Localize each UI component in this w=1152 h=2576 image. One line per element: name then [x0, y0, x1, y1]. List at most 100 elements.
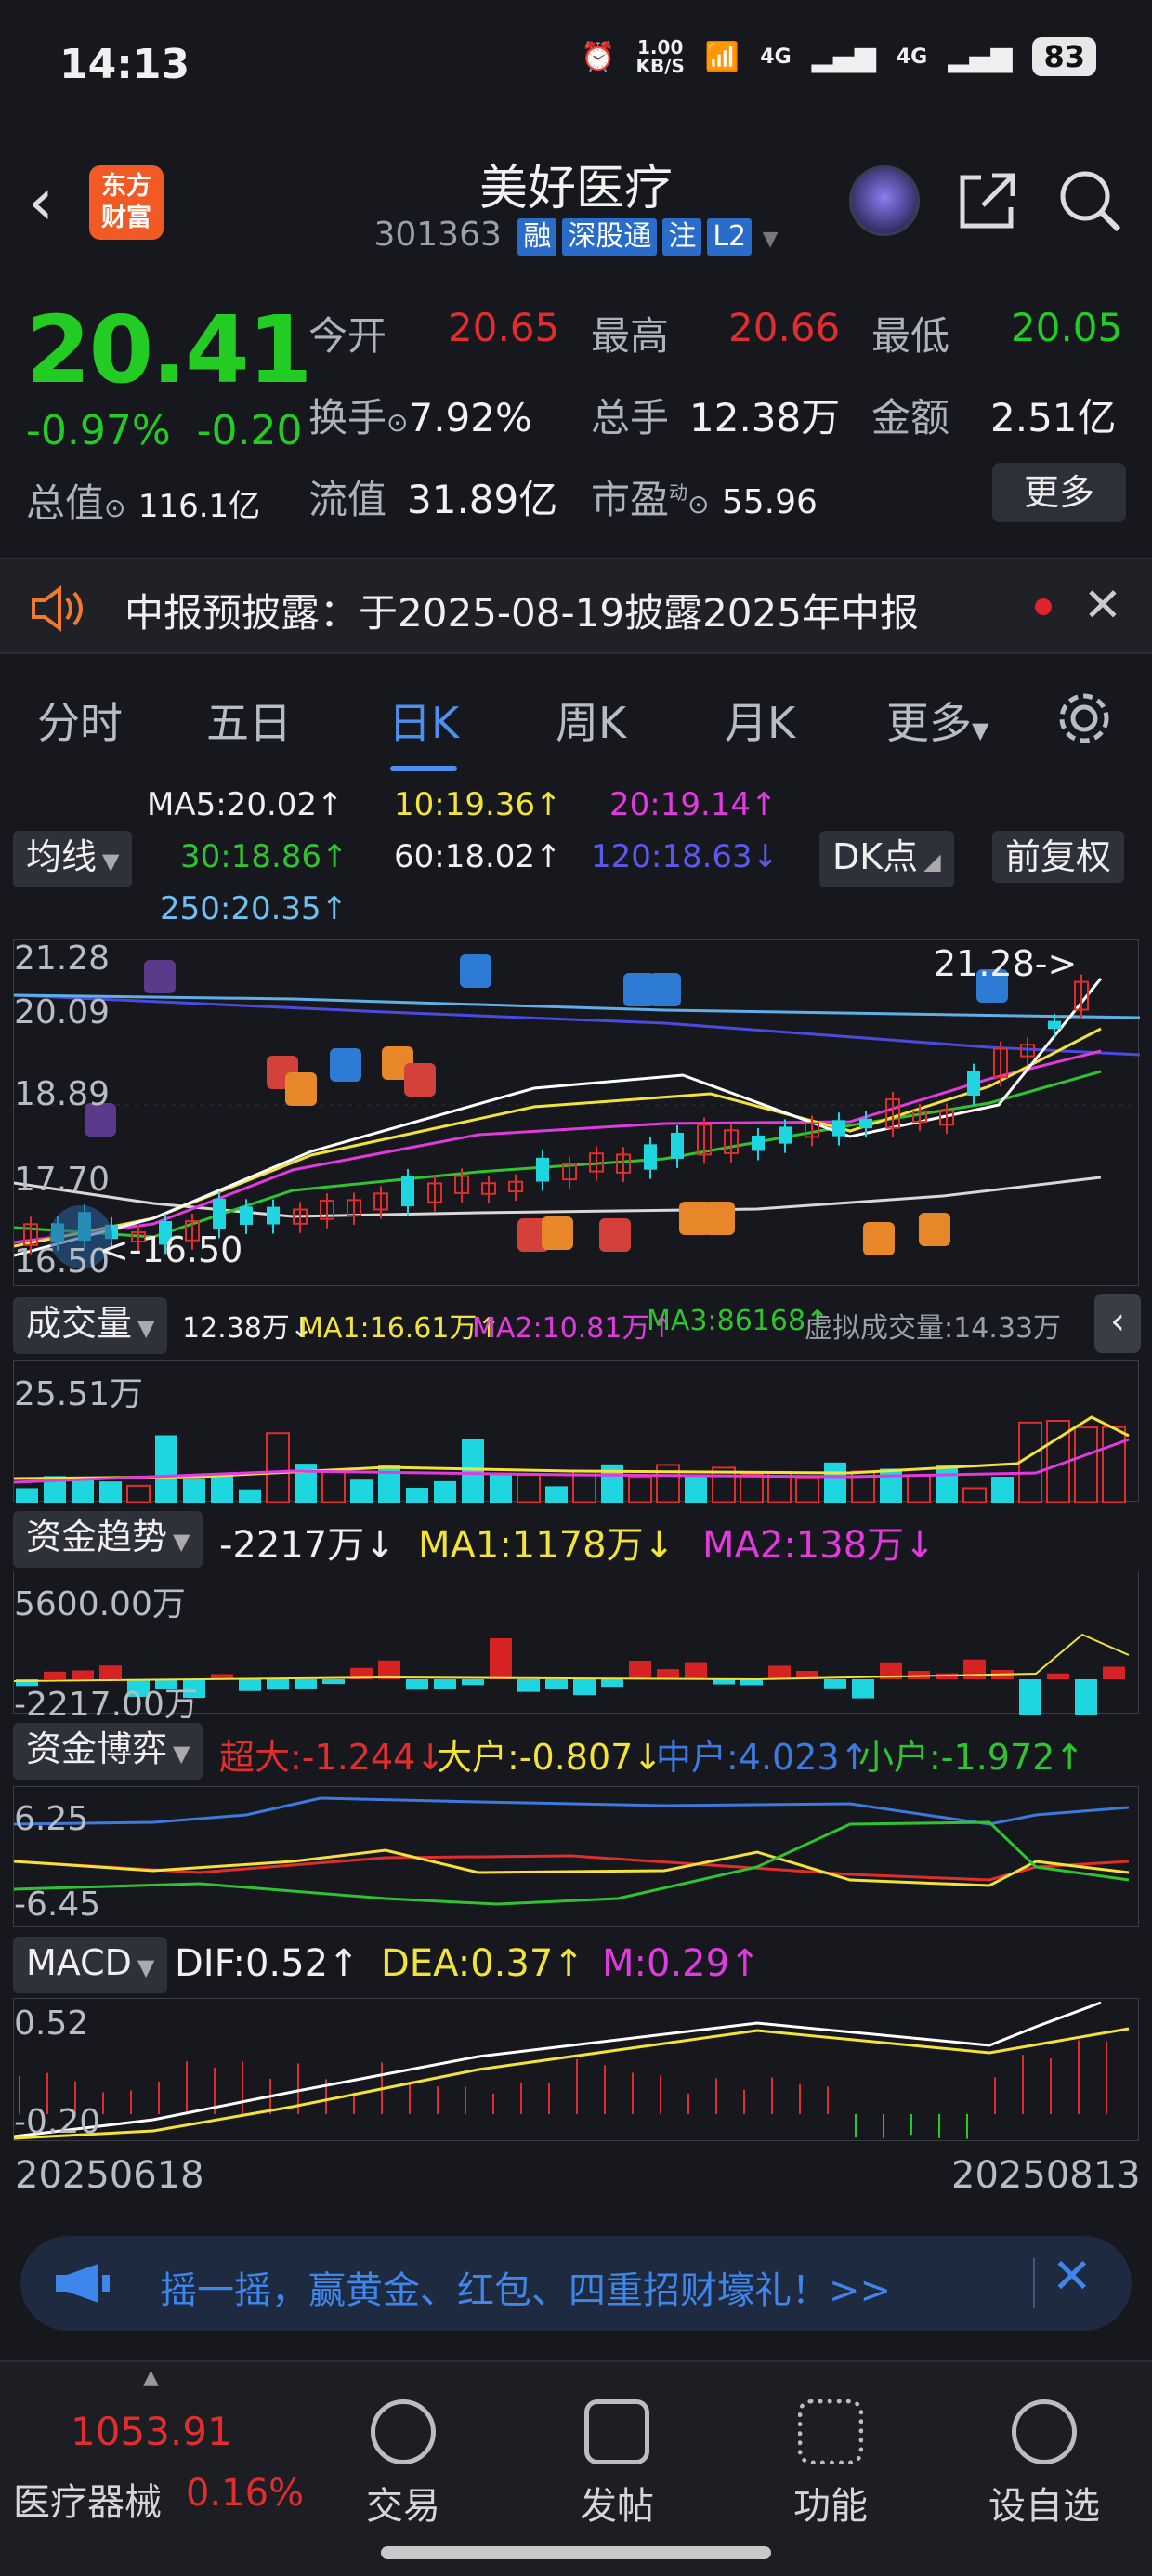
volume-bar — [880, 1468, 902, 1503]
fund-outflow-bar — [1075, 1679, 1097, 1754]
close-icon[interactable]: ✕ — [1083, 578, 1122, 632]
turnover-label: 换手 — [308, 395, 387, 440]
tab-daily-k[interactable]: 日K — [388, 690, 459, 771]
notice-bar[interactable]: 中报预披露：于2025-08-19披露2025年中报 ✕ — [0, 558, 1152, 654]
macd-dif: DIF:0.52↑ — [175, 1942, 360, 1985]
turnover-field[interactable]: 换手⊙7.92% — [308, 387, 532, 443]
chevron-down-icon: ▼ — [173, 1741, 190, 1767]
fund-trend-value: -2217万↓ — [219, 1524, 396, 1567]
fund-inflow-bar — [685, 1662, 707, 1679]
ma-selector[interactable]: 均线 ▼ — [13, 831, 133, 887]
wifi-icon: 📶 — [704, 40, 740, 73]
fund-trend-ma1: MA1:1178万↓ — [418, 1524, 675, 1567]
ma30-label: 30:18.86↑ — [180, 838, 348, 875]
nav-add-watchlist[interactable]: 设自选 — [961, 2399, 1128, 2530]
ai-assistant-icon[interactable] — [849, 165, 920, 236]
settings-gear-icon[interactable] — [1055, 690, 1113, 747]
volume-bar — [434, 1480, 456, 1503]
signal-4g-2: 4G — [896, 45, 928, 69]
tab-more[interactable]: 更多▼ — [886, 690, 988, 751]
share-icon[interactable] — [955, 168, 1020, 233]
expand-up-icon[interactable]: ▲ — [143, 2366, 159, 2389]
sell-marker — [460, 954, 491, 988]
quote-panel: 20.41 -0.97% -0.20 总值⊙ 116.1亿 今开 20.65 最… — [0, 277, 1152, 546]
dk-point-button[interactable]: DK点 ◢ — [819, 831, 954, 887]
chevron-down-icon: ▼ — [173, 1529, 190, 1555]
t-marker — [863, 1222, 895, 1255]
stock-code: 301363 — [373, 216, 502, 254]
chevron-down-icon: ▼ — [972, 717, 989, 743]
ma120-line — [13, 993, 1141, 1057]
nav-post[interactable]: 发帖 — [533, 2399, 700, 2530]
small-flow: 小户:-1.972↑ — [858, 1737, 1085, 1778]
nav-trade[interactable]: 交易 — [320, 2399, 487, 2530]
volume-selector[interactable]: 成交量 ▼ — [13, 1297, 168, 1354]
t-marker — [703, 1202, 735, 1235]
volume-bar — [1074, 1426, 1098, 1504]
macd-chart[interactable]: 0.52 -0.20 — [13, 1998, 1139, 2141]
signal-bars-icon: ▂▄▆ — [948, 40, 1013, 73]
market-cap[interactable]: 总值⊙ 116.1亿 — [26, 472, 260, 529]
search-icon[interactable] — [1055, 166, 1124, 235]
fund-inflow-bar — [768, 1665, 791, 1679]
self-select-marker — [144, 960, 176, 993]
candle-body — [536, 1157, 549, 1182]
promo-banner[interactable]: 摇一摇，赢黄金、红包、四重招财壕礼！>> ✕ — [20, 2236, 1132, 2331]
volume-bar — [907, 1474, 931, 1504]
volume-bar — [211, 1476, 233, 1503]
axis-2: 20.09 — [14, 993, 111, 1032]
more-dots-icon — [1012, 2399, 1077, 2464]
volume-bar — [795, 1476, 819, 1505]
chevron-down-icon: ▼ — [102, 848, 120, 874]
dk-button-label: DK点 — [832, 836, 919, 877]
sector-change: 0.16% — [186, 2472, 305, 2515]
tab-five-day[interactable]: 五日 — [206, 690, 292, 751]
sector-name[interactable]: 医疗器械 — [13, 2472, 162, 2526]
volume-bar — [406, 1487, 428, 1503]
home-indicator[interactable] — [381, 2546, 771, 2559]
volume-ma2: MA2:10.81万↑ — [472, 1312, 674, 1345]
turnover-value: 7.92% — [408, 395, 532, 440]
sector-index-value[interactable]: 1053.91 — [71, 2409, 232, 2454]
volume-bar — [295, 1464, 317, 1503]
fund-outflow-bar — [322, 1679, 345, 1685]
nav-post-label: 发帖 — [580, 2485, 654, 2528]
tab-intraday[interactable]: 分时 — [37, 690, 123, 751]
fund-game-chart[interactable]: 6.25 -6.45 — [13, 1786, 1139, 1927]
fund-trend-ma2: MA2:138万↓ — [702, 1524, 936, 1567]
signal-4g-1: 4G — [760, 45, 792, 69]
pe-field[interactable]: 市盈动⊙ 55.96 — [591, 468, 818, 525]
volume-selector-label: 成交量 — [26, 1303, 133, 1344]
mid-flow: 中户:4.023↑ — [656, 1737, 870, 1778]
volume-bars — [16, 1419, 1126, 1505]
close-icon[interactable]: ✕ — [1052, 2249, 1093, 2305]
buy-marker — [404, 1063, 436, 1097]
collapse-panel-button[interactable]: ‹ — [1094, 1294, 1141, 1353]
info-icon: ⊙ — [687, 489, 710, 519]
tab-monthly-k[interactable]: 月K — [725, 690, 795, 751]
volume-bar — [628, 1476, 652, 1504]
large-flow: 大户:-0.807↓ — [437, 1737, 663, 1778]
fund-game-selector[interactable]: 资金博弈 ▼ — [13, 1723, 203, 1780]
macd-axis-bottom: -0.20 — [14, 2103, 101, 2141]
fund-outflow-bar — [434, 1679, 456, 1690]
volume-svg — [13, 1415, 1130, 1505]
candle-body — [240, 1206, 253, 1225]
forward-adjust-button[interactable]: 前复权 — [992, 831, 1125, 883]
macd-selector[interactable]: MACD ▼ — [13, 1937, 168, 1993]
stock-header: ‹ 东方 财富 美好医疗 301363 融深股通注 L2 ▼ — [0, 149, 1152, 274]
fund-trend-selector[interactable]: 资金趋势 ▼ — [13, 1511, 203, 1568]
clock: 14:13 — [59, 41, 190, 88]
more-quote-button[interactable]: 更多 — [992, 463, 1126, 522]
nav-functions[interactable]: 功能 — [747, 2399, 914, 2530]
fund-outflow-bar — [517, 1679, 540, 1692]
low-label: 最低 — [871, 313, 950, 359]
pe-label: 市盈 — [591, 477, 670, 522]
volume-chart[interactable]: 25.51万 — [13, 1360, 1139, 1505]
volume-bar — [462, 1439, 484, 1503]
tab-weekly-k[interactable]: 周K — [556, 690, 626, 751]
fund-inflow-bar — [657, 1669, 679, 1679]
change-amount: -0.20 — [196, 407, 303, 454]
fund-trend-chart[interactable]: 5600.00万 -2217.00万 — [13, 1571, 1139, 1783]
kline-chart[interactable]: 21.28 20.09 18.89 17.70 16.50 21.28-> <-… — [13, 939, 1141, 1286]
